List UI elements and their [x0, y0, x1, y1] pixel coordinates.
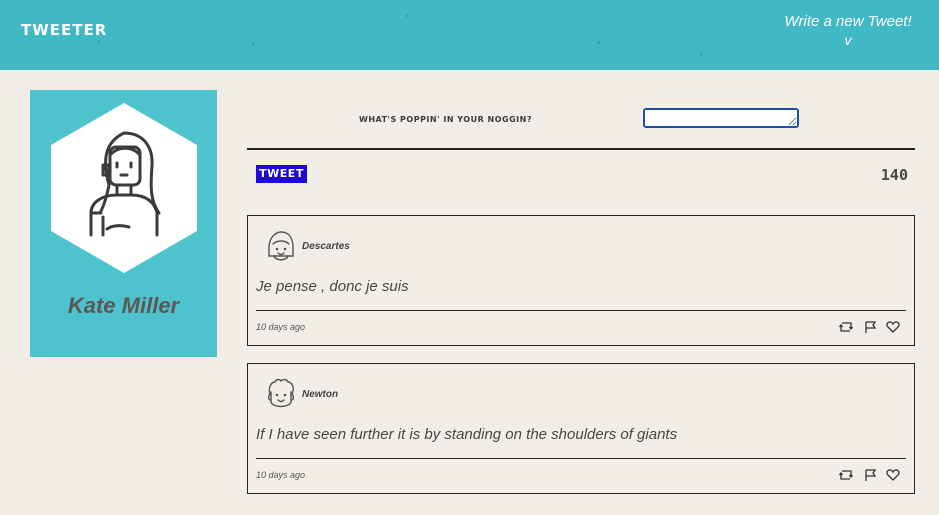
texture-dot — [700, 53, 702, 56]
retweet-icon[interactable] — [839, 468, 854, 482]
texture-dot — [406, 14, 408, 17]
texture-dot — [98, 40, 100, 43]
top-nav: TWEETER Write a new Tweet! v — [0, 0, 939, 70]
heart-icon[interactable] — [886, 320, 900, 334]
divider — [256, 310, 906, 311]
tweet-timestamp: 10 days ago — [256, 322, 306, 332]
tweet-submit-button[interactable]: TWEET — [256, 165, 307, 183]
tweet-author[interactable]: Newton — [302, 389, 338, 400]
chevron-down-icon[interactable]: v — [768, 31, 928, 50]
woman-avatar-icon — [51, 103, 197, 273]
texture-dot — [252, 42, 254, 45]
tweet-actions — [834, 468, 900, 482]
compose-label: WHAT'S POPPIN' IN YOUR NOGGIN? — [359, 115, 532, 124]
tweet-card: Descartes Je pense , donc je suis 10 day… — [247, 215, 915, 346]
curly-hair-avatar-icon — [267, 378, 295, 408]
profile-card: Kate Miller — [30, 90, 217, 357]
tweet-text: If I have seen further it is by standing… — [256, 426, 678, 443]
compose-link-label[interactable]: Write a new Tweet! — [784, 13, 911, 30]
tweet-text-input[interactable] — [643, 108, 799, 128]
char-counter: 140 — [880, 166, 908, 184]
tweet-author[interactable]: Descartes — [302, 241, 350, 252]
heart-icon[interactable] — [886, 468, 900, 482]
texture-dot — [598, 41, 600, 44]
compose-toggle-link[interactable]: Write a new Tweet! v — [768, 12, 928, 50]
retweet-icon[interactable] — [839, 320, 854, 334]
profile-name: Kate Miller — [67, 293, 180, 318]
tweet-text: Je pense , donc je suis — [256, 278, 409, 295]
girl-avatar-icon — [268, 231, 294, 261]
compose-form: WHAT'S POPPIN' IN YOUR NOGGIN? — [247, 90, 915, 150]
flag-icon[interactable] — [863, 320, 877, 334]
tweet-card: Newton If I have seen further it is by s… — [247, 363, 915, 494]
brand-logo[interactable]: TWEETER — [21, 21, 107, 39]
divider — [256, 458, 906, 459]
flag-icon[interactable] — [863, 468, 877, 482]
tweet-timestamp: 10 days ago — [256, 470, 306, 480]
tweet-actions — [834, 320, 900, 334]
